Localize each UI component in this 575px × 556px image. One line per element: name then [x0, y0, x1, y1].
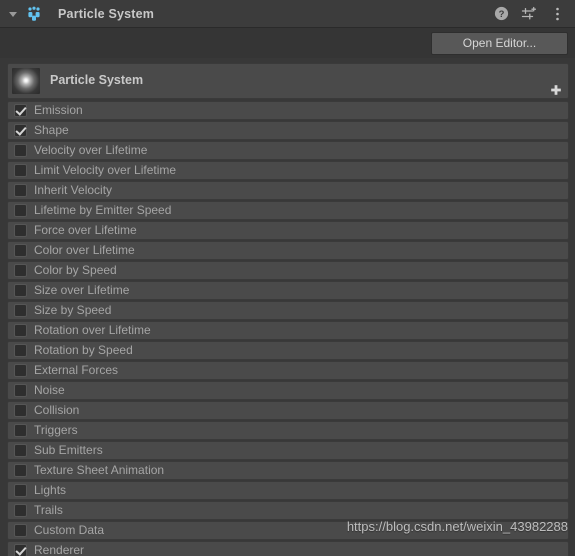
- module-enable-checkbox[interactable]: [14, 544, 27, 556]
- module-label: Inherit Velocity: [34, 183, 113, 197]
- particle-system-module-header[interactable]: Particle System: [7, 63, 569, 99]
- module-label: Collision: [34, 403, 80, 417]
- module-enable-checkbox[interactable]: [14, 104, 27, 117]
- module-row[interactable]: Sub Emitters: [7, 441, 569, 460]
- module-label: Lifetime by Emitter Speed: [34, 203, 172, 217]
- module-row[interactable]: Velocity over Lifetime: [7, 141, 569, 160]
- module-row[interactable]: Triggers: [7, 421, 569, 440]
- module-row[interactable]: Color by Speed: [7, 261, 569, 280]
- module-label: Limit Velocity over Lifetime: [34, 163, 177, 177]
- plus-icon[interactable]: [550, 83, 562, 95]
- module-label: Color by Speed: [34, 263, 117, 277]
- module-enable-checkbox[interactable]: [14, 344, 27, 357]
- module-row[interactable]: Emission: [7, 101, 569, 120]
- module-row[interactable]: Rotation by Speed: [7, 341, 569, 360]
- module-row[interactable]: Force over Lifetime: [7, 221, 569, 240]
- module-enable-checkbox[interactable]: [14, 504, 27, 517]
- module-row[interactable]: Noise: [7, 381, 569, 400]
- titlebar-actions: ?: [493, 6, 565, 22]
- module-row[interactable]: Size over Lifetime: [7, 281, 569, 300]
- module-label: Force over Lifetime: [34, 223, 137, 237]
- module-label: Sub Emitters: [34, 443, 103, 457]
- module-enable-checkbox[interactable]: [14, 144, 27, 157]
- module-label: Custom Data: [34, 523, 105, 537]
- module-row[interactable]: Texture Sheet Animation: [7, 461, 569, 480]
- module-row[interactable]: Size by Speed: [7, 301, 569, 320]
- page-title: Particle System: [58, 6, 155, 21]
- editor-toolbar: Open Editor...: [0, 28, 575, 58]
- module-label: Size by Speed: [34, 303, 112, 317]
- module-label: Triggers: [34, 423, 78, 437]
- module-enable-checkbox[interactable]: [14, 244, 27, 257]
- module-enable-checkbox[interactable]: [14, 524, 27, 537]
- module-row[interactable]: Trails: [7, 501, 569, 520]
- module-enable-checkbox[interactable]: [14, 164, 27, 177]
- module-label: Rotation over Lifetime: [34, 323, 151, 337]
- module-enable-checkbox[interactable]: [14, 124, 27, 137]
- module-row[interactable]: Shape: [7, 121, 569, 140]
- module-row[interactable]: Collision: [7, 401, 569, 420]
- module-rows: Emission Shape Velocity over Lifetime Limit…: [7, 101, 569, 556]
- module-label: Color over Lifetime: [34, 243, 135, 257]
- module-enable-checkbox[interactable]: [14, 284, 27, 297]
- open-editor-button[interactable]: Open Editor...: [431, 31, 568, 55]
- module-row[interactable]: Limit Velocity over Lifetime: [7, 161, 569, 180]
- module-label: Emission: [34, 103, 83, 117]
- module-enable-checkbox[interactable]: [14, 324, 27, 337]
- module-label: External Forces: [34, 363, 119, 377]
- module-row[interactable]: External Forces: [7, 361, 569, 380]
- module-label: Velocity over Lifetime: [34, 143, 148, 157]
- module-enable-checkbox[interactable]: [14, 424, 27, 437]
- module-enable-checkbox[interactable]: [14, 464, 27, 477]
- module-label: Texture Sheet Animation: [34, 463, 165, 477]
- module-enable-checkbox[interactable]: [14, 224, 27, 237]
- module-enable-checkbox[interactable]: [14, 304, 27, 317]
- module-enable-checkbox[interactable]: [14, 184, 27, 197]
- module-enable-checkbox[interactable]: [14, 204, 27, 217]
- preset-icon[interactable]: [521, 6, 537, 22]
- help-icon[interactable]: ?: [493, 6, 509, 22]
- module-enable-checkbox[interactable]: [14, 364, 27, 377]
- module-row[interactable]: Lifetime by Emitter Speed: [7, 201, 569, 220]
- module-label: Noise: [34, 383, 65, 397]
- module-enable-checkbox[interactable]: [14, 444, 27, 457]
- component-titlebar: Particle System ?: [0, 0, 575, 28]
- particle-system-inspector: Particle System ? Open Editor... Particl…: [0, 0, 575, 556]
- particle-system-icon: [24, 5, 44, 23]
- more-menu-icon[interactable]: [549, 6, 565, 22]
- particle-preview-thumbnail: [12, 68, 40, 94]
- module-enable-checkbox[interactable]: [14, 264, 27, 277]
- particle-system-module-label: Particle System: [50, 73, 144, 87]
- module-label: Renderer: [34, 543, 85, 556]
- module-row[interactable]: Custom Data: [7, 521, 569, 540]
- module-row[interactable]: Inherit Velocity: [7, 181, 569, 200]
- module-row[interactable]: Color over Lifetime: [7, 241, 569, 260]
- module-row[interactable]: Rotation over Lifetime: [7, 321, 569, 340]
- module-label: Lights: [34, 483, 67, 497]
- module-list: Particle System Emission Shape Velocity ov…: [0, 58, 575, 556]
- svg-text:?: ?: [498, 9, 504, 20]
- module-label: Size over Lifetime: [34, 283, 130, 297]
- module-enable-checkbox[interactable]: [14, 484, 27, 497]
- module-label: Trails: [34, 503, 63, 517]
- module-label: Shape: [34, 123, 69, 137]
- triangle-down-icon[interactable]: [6, 7, 20, 21]
- module-label: Rotation by Speed: [34, 343, 133, 357]
- module-enable-checkbox[interactable]: [14, 384, 27, 397]
- module-enable-checkbox[interactable]: [14, 404, 27, 417]
- module-row[interactable]: Lights: [7, 481, 569, 500]
- module-row[interactable]: Renderer: [7, 541, 569, 556]
